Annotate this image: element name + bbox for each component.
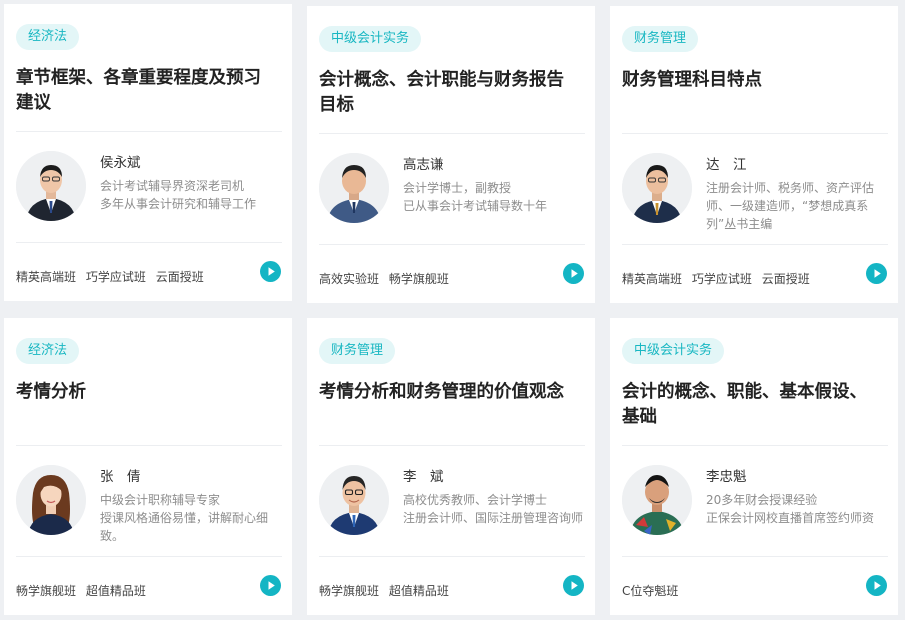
play-circle-icon[interactable] — [866, 263, 887, 284]
course-label[interactable]: 精英高端班 — [622, 272, 682, 286]
divider — [622, 445, 888, 446]
divider — [319, 445, 585, 446]
divider — [622, 556, 888, 557]
divider — [16, 131, 282, 132]
course-label[interactable]: 巧学应试班 — [692, 272, 752, 286]
teacher-desc: 注册会计师、税务师、资产评估师、一级建造师，“梦想成真系列”丛书主编 — [706, 181, 875, 231]
divider — [319, 556, 585, 557]
teacher-avatar-icon — [319, 153, 389, 223]
course-label[interactable]: 云面授班 — [156, 270, 204, 284]
course-label[interactable]: 畅学旗舰班 — [319, 584, 379, 598]
teacher-name: 侯永斌 — [100, 155, 141, 171]
course-label[interactable]: 超值精品班 — [86, 584, 146, 598]
course-list: 高效实验班 畅学旗舰班 — [319, 270, 455, 287]
teacher-desc: 会计学博士，副教授 已从事会计考试辅导数十年 — [403, 181, 548, 213]
play-circle-icon[interactable] — [260, 261, 281, 282]
teacher-avatar-icon — [622, 153, 692, 223]
play-circle-icon[interactable] — [563, 575, 584, 596]
course-card[interactable]: 经济法 章节框架、各章重要程度及预习建议 侯永斌 会计考试辅导界资深老司机 多年… — [4, 4, 292, 301]
teacher-avatar-icon — [319, 465, 389, 535]
course-label[interactable]: 畅学旗舰班 — [389, 272, 449, 286]
teacher-name: 李忠魁 — [706, 469, 747, 485]
play-circle-icon[interactable] — [866, 575, 887, 596]
divider — [16, 242, 282, 243]
course-label[interactable]: C位夺魁班 — [622, 584, 678, 598]
divider — [622, 133, 888, 134]
course-list: 精英高端班 巧学应试班 云面授班 — [16, 268, 210, 285]
course-label[interactable]: 巧学应试班 — [86, 270, 146, 284]
course-label[interactable]: 精英高端班 — [16, 270, 76, 284]
card-title[interactable]: 财务管理科目特点 — [622, 68, 884, 93]
subject-tag: 中级会计实务 — [319, 26, 422, 52]
course-card[interactable]: 中级会计实务 会计概念、会计职能与财务报告目标 高志谦 会计学博士，副教授 已从… — [307, 6, 595, 303]
course-card[interactable]: 中级会计实务 会计的概念、职能、基本假设、基础 李忠魁 20多年财会授课经验 正… — [610, 318, 898, 615]
course-list: 畅学旗舰班 超值精品班 — [319, 582, 455, 599]
teacher-desc: 20多年财会授课经验 正保会计网校直播首席签约师资 — [706, 493, 875, 525]
divider — [622, 244, 888, 245]
card-title[interactable]: 会计的概念、职能、基本假设、基础 — [622, 380, 884, 430]
play-circle-icon[interactable] — [563, 263, 584, 284]
subject-tag: 中级会计实务 — [622, 338, 725, 364]
course-label[interactable]: 超值精品班 — [389, 584, 449, 598]
subject-tag: 经济法 — [16, 24, 80, 50]
card-title[interactable]: 会计概念、会计职能与财务报告目标 — [319, 68, 581, 118]
teacher-name: 高志谦 — [403, 157, 444, 173]
teacher-name: 达 江 — [706, 157, 747, 173]
teacher-avatar-icon — [16, 151, 86, 221]
play-circle-icon[interactable] — [260, 575, 281, 596]
subject-tag: 财务管理 — [319, 338, 396, 364]
course-label[interactable]: 畅学旗舰班 — [16, 584, 76, 598]
course-label[interactable]: 云面授班 — [762, 272, 810, 286]
course-list: 畅学旗舰班 超值精品班 — [16, 582, 152, 599]
subject-tag: 财务管理 — [622, 26, 699, 52]
divider — [319, 133, 585, 134]
divider — [319, 244, 585, 245]
card-title[interactable]: 考情分析 — [16, 380, 278, 405]
teacher-desc: 中级会计职称辅导专家 授课风格通俗易懂，讲解耐心细致。 — [100, 493, 269, 543]
teacher-desc: 会计考试辅导界资深老司机 多年从事会计研究和辅导工作 — [100, 179, 257, 211]
teacher-name: 李 斌 — [403, 469, 444, 485]
teacher-name: 张 倩 — [100, 469, 141, 485]
course-label[interactable]: 高效实验班 — [319, 272, 379, 286]
teacher-avatar-icon — [16, 465, 86, 535]
course-card[interactable]: 经济法 考情分析 张 倩 中级会计职称辅导专家 授课风格通俗易懂，讲解耐心细致。… — [4, 318, 292, 615]
subject-tag: 经济法 — [16, 338, 80, 364]
course-card[interactable]: 财务管理 财务管理科目特点 达 江 注册会计师、税务师、资产评估师、一级建造师，… — [610, 6, 898, 303]
teacher-avatar-icon — [622, 465, 692, 535]
teacher-desc: 高校优秀教师、会计学博士 注册会计师、国际注册管理咨询师 — [403, 493, 584, 525]
card-title[interactable]: 考情分析和财务管理的价值观念 — [319, 380, 581, 405]
card-title[interactable]: 章节框架、各章重要程度及预习建议 — [16, 66, 278, 116]
course-card[interactable]: 财务管理 考情分析和财务管理的价值观念 李 斌 高校优秀教师、会计学博士 注册会… — [307, 318, 595, 615]
course-list: 精英高端班 巧学应试班 云面授班 — [622, 270, 816, 287]
divider — [16, 556, 282, 557]
course-list: C位夺魁班 — [622, 582, 684, 599]
divider — [16, 445, 282, 446]
course-grid: 经济法 章节框架、各章重要程度及预习建议 侯永斌 会计考试辅导界资深老司机 多年… — [0, 0, 905, 620]
